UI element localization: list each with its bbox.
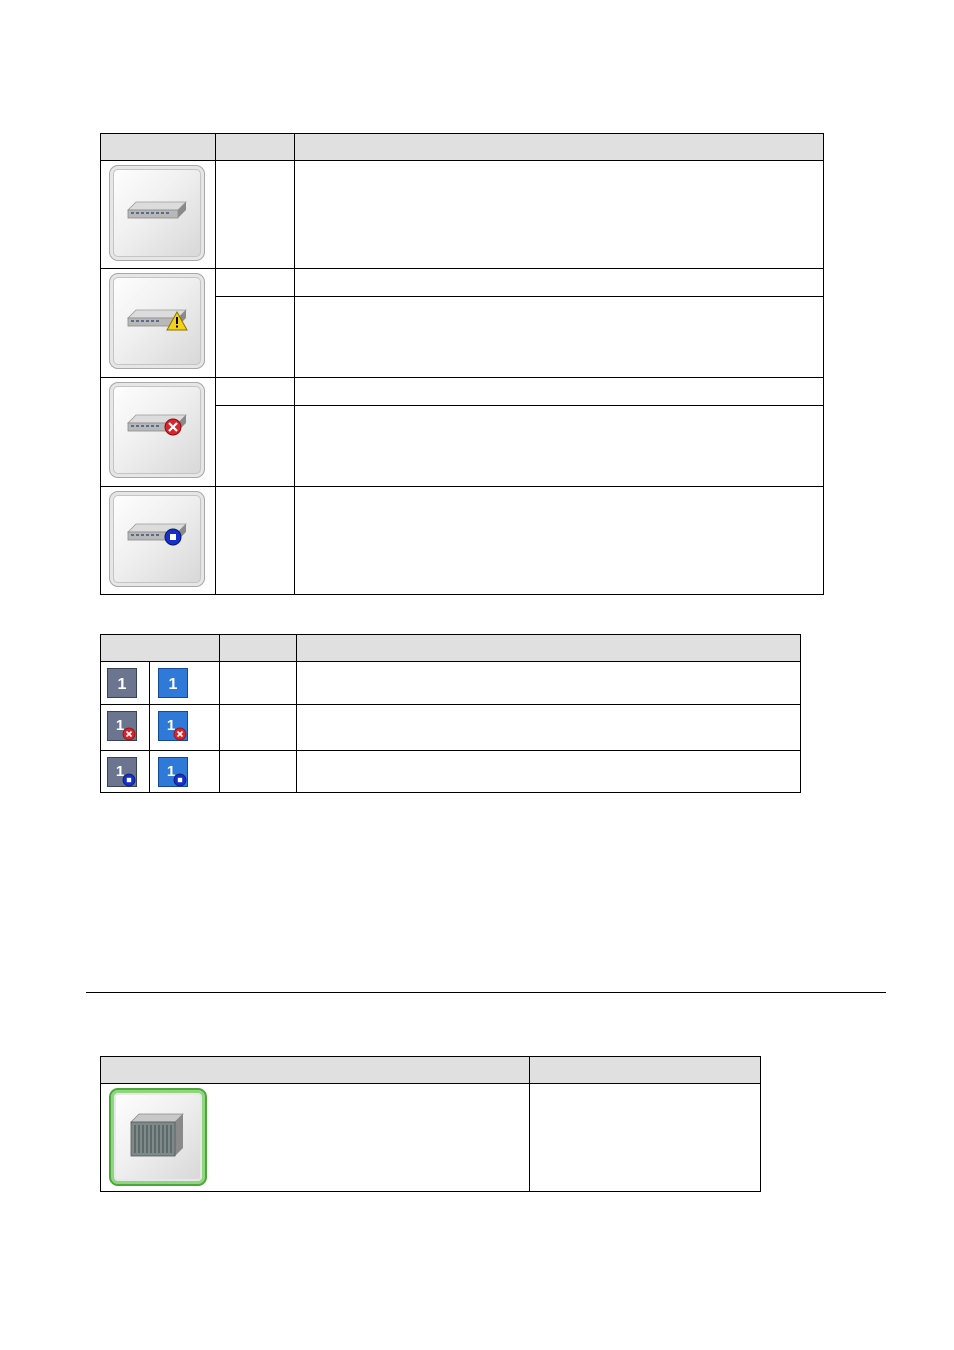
status-cell xyxy=(219,704,297,751)
svg-text:1: 1 xyxy=(118,676,127,693)
port-blue-error-icon: 1 xyxy=(158,711,188,741)
column-header-icon xyxy=(100,634,220,662)
storage-array-icon xyxy=(109,1088,207,1186)
svg-text:1: 1 xyxy=(169,676,178,693)
section-divider xyxy=(86,992,886,993)
svg-text:1: 1 xyxy=(167,717,175,734)
column-header-description xyxy=(294,133,824,161)
description-cell xyxy=(296,750,801,793)
device-status-table xyxy=(100,133,824,595)
description-cell xyxy=(296,704,801,751)
switch-normal-icon xyxy=(109,165,205,261)
description-cell xyxy=(294,296,824,378)
storage-table xyxy=(100,1056,761,1192)
table-row: 1 1 xyxy=(100,704,801,751)
switch-maintenance-icon xyxy=(109,491,205,587)
switch-error-icon xyxy=(109,382,205,478)
table-row: 1 1 xyxy=(100,750,801,793)
port-gray-error-icon: 1 xyxy=(107,711,137,741)
table-row: 1 1 xyxy=(100,661,801,705)
port-blue-maintenance-icon: 1 xyxy=(158,757,188,787)
port-gray-maintenance-icon: 1 xyxy=(107,757,137,787)
description-cell xyxy=(294,405,824,487)
status-cell xyxy=(219,750,297,793)
port-gray-icon: 1 xyxy=(107,668,137,698)
description-cell xyxy=(294,486,824,595)
description-cell xyxy=(529,1083,761,1192)
description-cell xyxy=(296,661,801,705)
status-cell xyxy=(219,661,297,705)
column-header-description xyxy=(529,1056,761,1084)
column-header-icon xyxy=(100,133,216,161)
status-cell xyxy=(215,377,295,406)
description-cell xyxy=(294,268,824,297)
column-header-status xyxy=(215,133,295,161)
svg-text:1: 1 xyxy=(116,763,124,780)
svg-text:1: 1 xyxy=(116,717,124,734)
status-cell xyxy=(215,160,295,269)
port-blue-icon: 1 xyxy=(158,668,188,698)
description-cell xyxy=(294,160,824,269)
table-row xyxy=(100,268,824,378)
status-cell xyxy=(215,405,295,487)
table-row xyxy=(100,160,824,269)
status-cell xyxy=(215,296,295,378)
table-row xyxy=(100,1083,761,1192)
switch-warning-icon xyxy=(109,273,205,369)
column-header-status xyxy=(219,634,297,662)
column-header-icon xyxy=(100,1056,530,1084)
svg-text:1: 1 xyxy=(167,763,175,780)
status-cell xyxy=(215,268,295,297)
table-row xyxy=(100,377,824,487)
port-status-table: 1 1 1 1 1 1 xyxy=(100,634,801,793)
description-cell xyxy=(294,377,824,406)
status-cell xyxy=(215,486,295,595)
column-header-description xyxy=(296,634,801,662)
table-row xyxy=(100,486,824,595)
